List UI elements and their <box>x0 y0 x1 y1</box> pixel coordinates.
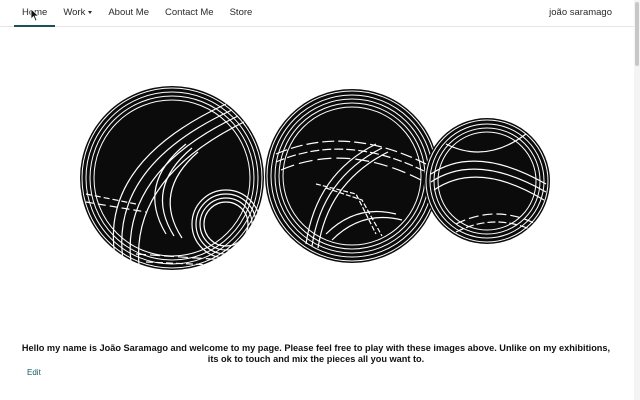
nav-item-store[interactable]: Store <box>222 0 261 26</box>
brand-link[interactable]: joão saramago <box>549 0 612 26</box>
edit-link[interactable]: Edit <box>27 368 41 377</box>
nav-item-store-label: Store <box>229 7 253 18</box>
nav-item-about-me-label: About Me <box>108 7 150 18</box>
scrollbar[interactable] <box>634 0 640 400</box>
nav-item-about-me[interactable]: About Me <box>100 0 157 26</box>
caret-down-icon <box>88 10 93 14</box>
nav-menu: Home Work About Me Contact Me Store <box>14 0 261 27</box>
artwork-circle-right[interactable] <box>424 118 550 244</box>
nav-item-work-label: Work <box>63 7 86 18</box>
nav-item-contact-me[interactable]: Contact Me <box>157 0 222 26</box>
mouse-pointer-icon <box>30 8 40 22</box>
artwork-circle-left[interactable] <box>80 86 264 274</box>
top-navbar: Home Work About Me Contact Me Store joão… <box>0 0 634 27</box>
artwork-image[interactable] <box>76 84 554 274</box>
nav-item-contact-me-label: Contact Me <box>165 7 214 18</box>
artwork-circle-middle[interactable] <box>265 89 439 263</box>
page: Home Work About Me Contact Me Store joão… <box>0 0 640 400</box>
intro-text: Hello my name is João Saramago and welco… <box>21 343 611 364</box>
scrollbar-thumb[interactable] <box>635 2 639 66</box>
nav-item-work[interactable]: Work <box>55 0 100 26</box>
